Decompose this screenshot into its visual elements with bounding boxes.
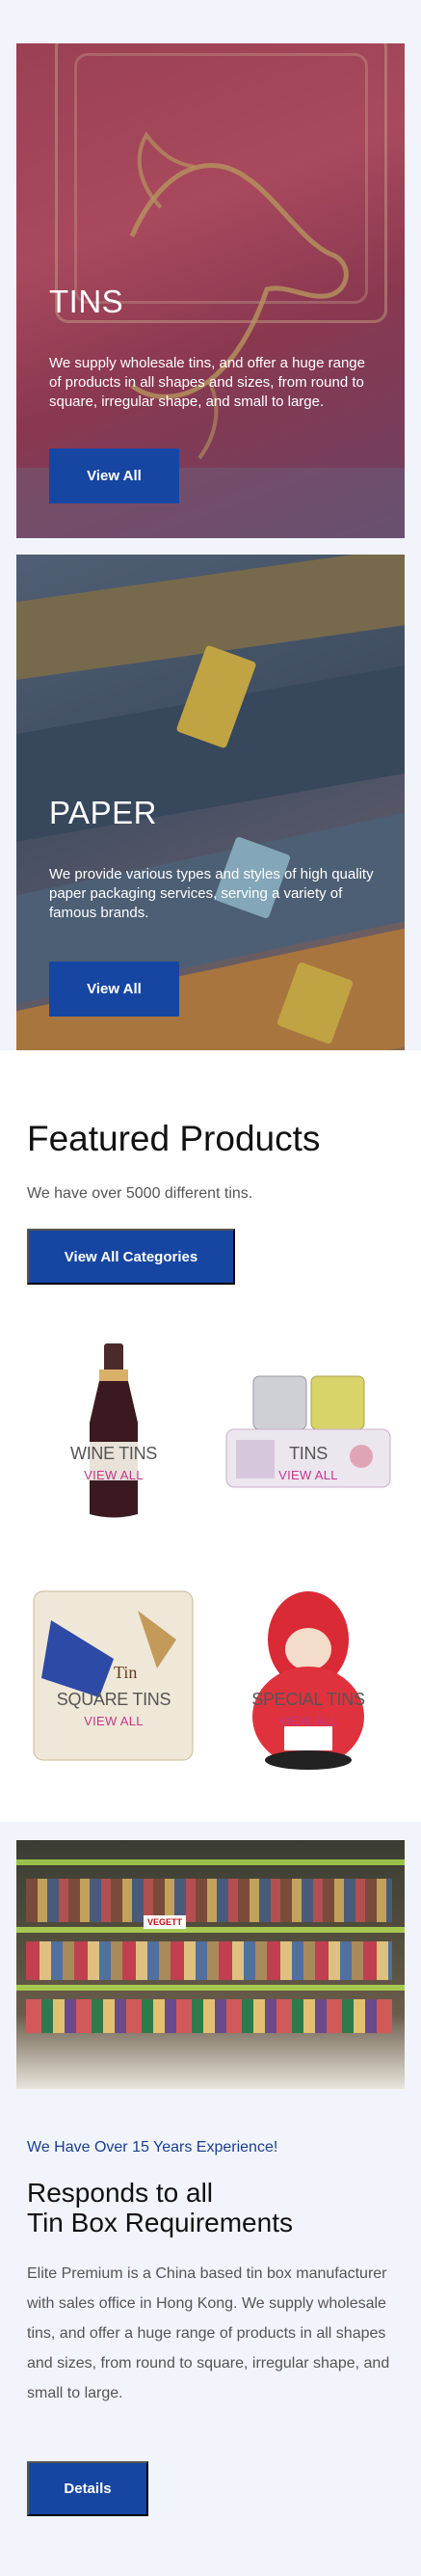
svg-text:Tin: Tin — [114, 1663, 137, 1682]
product-view-all-link[interactable]: VIEW ALL — [22, 1714, 205, 1728]
product-card-tins[interactable]: TINS VIEW ALL — [217, 1336, 400, 1529]
shelf-light — [16, 1985, 405, 1991]
product-card-wine-tins[interactable]: WINE TINS VIEW ALL — [22, 1336, 205, 1529]
featured-title: Featured Products — [27, 1119, 321, 1158]
product-name: TINS — [289, 1444, 328, 1463]
featured-subtitle: We have over 5000 different tins. — [27, 1185, 253, 1202]
view-all-categories-button[interactable]: View All Categories — [27, 1229, 235, 1285]
product-card-special-tins[interactable]: SPECIAL TINS VIEW ALL — [217, 1582, 400, 1775]
store-sign: VEGETT — [144, 1915, 186, 1929]
product-name: SPECIAL TINS — [251, 1690, 365, 1709]
details-button[interactable]: Details — [27, 2461, 148, 2516]
experience-body: Elite Premium is a China based tin box m… — [27, 2265, 390, 2401]
hero-tins-card[interactable]: TINS We supply wholesale tins, and offer… — [16, 43, 405, 538]
santa-tin-image — [252, 1591, 364, 1770]
hero-title: TINS — [49, 284, 124, 319]
product-view-all-link[interactable]: VIEW ALL — [217, 1468, 400, 1482]
experience-title-line: Responds to all — [27, 2178, 214, 2208]
experience-kicker: We Have Over 15 Years Experience! — [27, 2139, 278, 2156]
shelf-products — [26, 1941, 392, 1980]
hero-description: We supply wholesale tins, and offer a hu… — [49, 355, 365, 410]
view-all-tins-button[interactable]: View All — [49, 448, 179, 503]
experience-title-line: Tin Box Requirements — [27, 2208, 293, 2237]
hero-title: PAPER — [49, 795, 157, 830]
experience-title: Responds to all Tin Box Requirements — [27, 2178, 393, 2237]
view-all-paper-button[interactable]: View All — [49, 962, 179, 1017]
store-photo: VEGETT — [16, 1840, 405, 2089]
hero-description: We provide various types and styles of h… — [49, 866, 374, 921]
shelf-products — [26, 1999, 392, 2033]
product-name: WINE TINS — [70, 1444, 157, 1463]
shelf-light — [16, 1927, 405, 1933]
product-card-square-tins[interactable]: Tin SQUARE TINS VIEW ALL — [22, 1582, 205, 1775]
tins-image — [225, 1375, 391, 1488]
shelf-products — [26, 1879, 392, 1922]
product-view-all-link[interactable]: VIEW ALL — [22, 1468, 205, 1482]
square-tin-image: Tin — [33, 1590, 194, 1761]
wine-bottle-image — [90, 1343, 138, 1518]
product-name: SQUARE TINS — [56, 1690, 171, 1709]
page: TINS We supply wholesale tins, and offer… — [0, 0, 421, 2576]
product-view-all-link[interactable]: VIEW ALL — [217, 1714, 400, 1728]
shelf-light — [16, 1859, 405, 1865]
hero-paper-card[interactable]: PAPER We provide various types and style… — [16, 555, 405, 1050]
